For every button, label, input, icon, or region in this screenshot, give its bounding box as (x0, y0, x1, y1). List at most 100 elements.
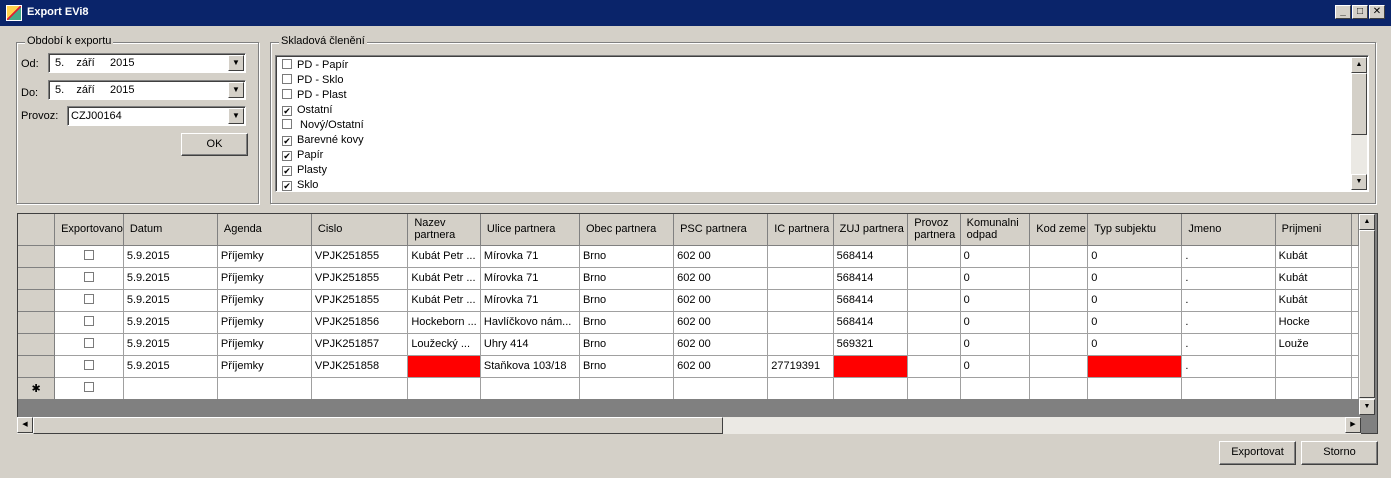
table-cell[interactable]: . (1181, 245, 1276, 268)
column-header[interactable]: PSC partnera (673, 214, 769, 246)
warehouse-item[interactable]: ✔ Barevné kovy (282, 134, 364, 149)
table-cell[interactable] (1029, 377, 1089, 399)
to-date-picker[interactable]: 5. září 2015 ▼ (48, 80, 246, 100)
table-cell[interactable] (907, 377, 961, 399)
checkbox-icon[interactable] (83, 360, 94, 370)
table-cell[interactable]: Staňkova 103/18 (480, 355, 580, 378)
chevron-down-icon[interactable]: ▼ (228, 82, 244, 98)
arrow-down-icon[interactable]: ▼ (1351, 174, 1367, 190)
column-header[interactable]: Ulice partnera (480, 214, 580, 246)
table-cell[interactable]: Kubát Petr ... (407, 267, 481, 290)
arrow-up-icon[interactable]: ▲ (1359, 214, 1375, 230)
column-header[interactable]: Prijmeni (1275, 214, 1353, 246)
table-row[interactable]: 5.9.2015 Příjemky VPJK251855 Kubát Petr ...… (18, 245, 1359, 268)
checkbox-icon[interactable] (282, 89, 292, 99)
warehouse-item[interactable]: ✔ Ostatní (282, 104, 332, 119)
table-cell[interactable]: Brno (579, 245, 675, 268)
table-cell[interactable] (1029, 267, 1089, 290)
table-cell[interactable]: 5.9.2015 (123, 245, 218, 268)
warehouse-item[interactable]: ✔ Papír (282, 149, 323, 164)
column-header[interactable]: Jmeno (1181, 214, 1276, 246)
table-cell[interactable]: . (1181, 333, 1276, 356)
column-header[interactable]: Provoz partnera (907, 214, 961, 246)
table-cell[interactable]: 602 00 (673, 355, 769, 378)
column-header[interactable]: Kod zeme (1029, 214, 1089, 246)
table-cell[interactable]: Příjemky (217, 333, 312, 356)
chevron-down-icon[interactable]: ▼ (228, 55, 244, 71)
table-cell[interactable]: 5.9.2015 (123, 355, 218, 378)
row-header[interactable] (18, 355, 56, 378)
table-cell[interactable]: 602 00 (673, 311, 769, 334)
arrow-up-icon[interactable]: ▲ (1351, 57, 1367, 73)
checkbox-icon[interactable] (83, 272, 94, 282)
row-header[interactable] (18, 245, 56, 268)
table-cell[interactable]: 5.9.2015 (123, 289, 218, 312)
grid-vscroll-thumb[interactable] (1359, 230, 1375, 398)
table-cell[interactable] (123, 377, 218, 399)
table-cell[interactable] (907, 245, 961, 268)
table-cell[interactable] (1087, 355, 1183, 378)
column-header[interactable]: Agenda (217, 214, 312, 246)
table-cell[interactable]: 5.9.2015 (123, 311, 218, 334)
table-cell[interactable] (907, 333, 961, 356)
table-cell[interactable]: 0 (960, 289, 1031, 312)
provoz-select[interactable]: CZJ00164 ▼ (67, 106, 246, 126)
warehouse-item[interactable]: ✔ Plasty (282, 164, 327, 179)
column-header[interactable]: Komunalni odpad (960, 214, 1031, 246)
grid-hscroll-thumb[interactable] (33, 417, 723, 434)
table-cell[interactable]: 27719391 (767, 355, 834, 378)
table-cell[interactable]: . (1181, 289, 1276, 312)
table-cell[interactable]: Mírovka 71 (480, 245, 580, 268)
checkbox-icon[interactable] (83, 294, 94, 304)
table-cell[interactable]: 5.9.2015 (123, 333, 218, 356)
cancel-button[interactable]: Storno (1301, 441, 1378, 465)
table-cell[interactable] (1029, 245, 1089, 268)
export-checkbox-cell[interactable] (54, 355, 124, 378)
checkbox-icon[interactable] (83, 382, 94, 392)
column-header[interactable]: Obec partnera (579, 214, 675, 246)
table-cell[interactable] (1351, 377, 1359, 399)
warehouse-item[interactable]: PD - Plast (282, 89, 347, 104)
warehouse-item[interactable]: ✔ Sklo (282, 179, 318, 194)
table-cell[interactable]: Příjemky (217, 267, 312, 290)
table-cell[interactable] (767, 245, 834, 268)
export-checkbox-cell[interactable] (54, 311, 124, 334)
grid-vertical-scrollbar[interactable]: ▲ ▼ (1359, 214, 1375, 415)
table-cell[interactable]: Brno (579, 311, 675, 334)
table-cell[interactable] (767, 377, 834, 399)
table-cell[interactable]: Kubát (1275, 289, 1353, 312)
table-row[interactable]: 5.9.2015 Příjemky VPJK251855 Kubát Petr ...… (18, 267, 1359, 290)
table-cell[interactable] (217, 377, 312, 399)
export-checkbox-cell[interactable] (54, 245, 124, 268)
table-cell[interactable] (311, 377, 409, 399)
column-header[interactable]: Nazev partnera (407, 214, 481, 246)
table-row[interactable]: 5.9.2015 Příjemky VPJK251856 Hockeborn ... H… (18, 311, 1359, 334)
table-cell[interactable]: . (1181, 267, 1276, 290)
export-checkbox-cell[interactable] (54, 377, 124, 399)
export-checkbox-cell[interactable] (54, 267, 124, 290)
table-cell[interactable] (1029, 355, 1089, 378)
column-header[interactable]: Typ subjektu (1087, 214, 1183, 246)
export-checkbox-cell[interactable] (54, 289, 124, 312)
table-cell[interactable]: Havlíčkovo nám... (480, 311, 580, 334)
table-cell[interactable]: 0 (1087, 333, 1183, 356)
from-date-picker[interactable]: 5. září 2015 ▼ (48, 53, 246, 73)
table-cell[interactable] (480, 377, 580, 399)
row-header[interactable] (18, 333, 56, 356)
checkbox-icon[interactable] (83, 338, 94, 348)
table-cell[interactable]: 568414 (833, 267, 909, 290)
table-cell[interactable] (833, 377, 909, 399)
checkbox-icon[interactable]: ✔ (282, 136, 292, 146)
checkbox-icon[interactable] (282, 119, 292, 129)
table-cell[interactable] (1029, 311, 1089, 334)
table-cell[interactable]: Brno (579, 355, 675, 378)
table-cell[interactable]: Hocke (1275, 311, 1353, 334)
table-cell[interactable]: Louže (1275, 333, 1353, 356)
table-cell[interactable] (907, 289, 961, 312)
table-cell[interactable] (1087, 377, 1183, 399)
table-cell[interactable] (960, 377, 1031, 399)
table-cell[interactable]: 0 (960, 355, 1031, 378)
table-cell[interactable]: 568414 (833, 311, 909, 334)
export-checkbox-cell[interactable] (54, 333, 124, 356)
table-cell[interactable]: Kubát Petr ... (407, 245, 481, 268)
